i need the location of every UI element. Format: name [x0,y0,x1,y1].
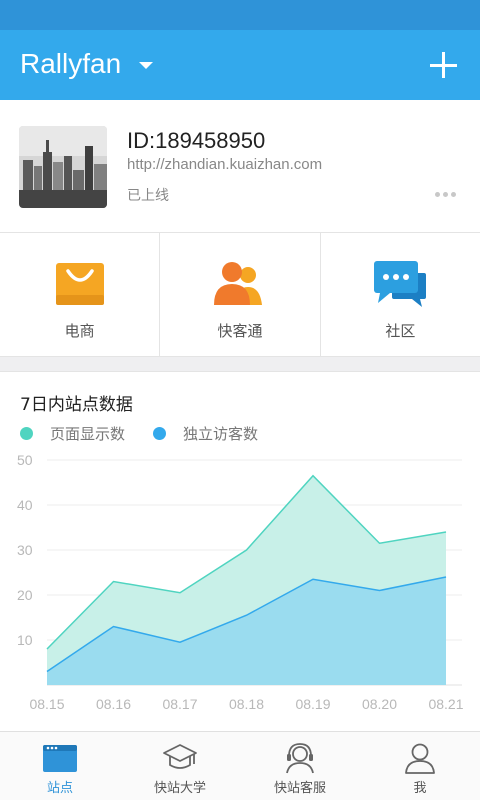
x-tick-label: 08.15 [29,696,64,712]
tab-university[interactable]: 快站大学 [120,732,240,800]
y-tick-label: 10 [17,632,33,648]
quick-action-kuaiketong[interactable]: 快客通 [160,233,321,356]
x-tick-label: 08.16 [96,696,131,712]
y-tick-label: 30 [17,542,33,558]
chat-bubbles-icon [372,259,428,309]
quick-action-label: 电商 [64,322,95,340]
chart-legend: 页面显示数 独立访客数 [20,423,286,444]
headset-icon [282,742,318,774]
y-tick-label: 50 [17,452,33,468]
site-info-card[interactable]: ID:189458950 http://zhandian.kuaizhan.co… [0,100,480,233]
x-tick-label: 08.17 [162,696,197,712]
tab-site[interactable]: 站点 [0,732,120,800]
legend-item-pageviews: 页面显示数 [20,423,125,444]
tab-label: 我 [413,781,427,796]
site-id: ID:189458950 [127,128,266,153]
legend-dot [153,427,167,440]
more-dots-icon[interactable] [435,192,457,198]
x-tick-label: 08.20 [362,696,397,712]
site-url[interactable]: http://zhandian.kuaizhan.com [127,156,322,173]
stats-title: 7日内站点数据 [20,395,133,415]
quick-action-label: 快客通 [217,322,263,340]
site-window-icon [42,742,78,774]
y-tick-label: 40 [17,497,33,513]
app-header: Rallyfan [0,30,480,100]
x-tick-label: 08.21 [428,696,463,712]
site-switcher-title[interactable]: Rallyfan [20,48,121,80]
tab-support[interactable]: 快站客服 [240,732,360,800]
tab-label: 站点 [46,781,73,796]
quick-action-ecommerce[interactable]: 电商 [0,233,161,356]
users-icon [212,259,268,309]
legend-dot [20,427,33,440]
legend-label: 独立访客数 [183,425,259,443]
site-thumbnail [19,126,107,208]
tab-me[interactable]: 我 [360,732,480,800]
bottom-tab-bar: 站点 快站大学 快站客服 我 [0,731,480,800]
legend-label: 页面显示数 [50,425,126,443]
tab-label: 快站大学 [153,781,206,796]
legend-item-visitors: 独立访客数 [153,423,258,444]
quick-action-community[interactable]: 社区 [321,233,480,356]
site-status: 已上线 [127,188,169,204]
y-tick-label: 20 [17,587,33,603]
quick-action-label: 社区 [385,322,416,340]
shopping-bag-icon [52,259,108,309]
stats-card: 50 40 30 20 10 08.15 08.16 08.17 08.18 08.19 08.20… [0,371,480,731]
plus-icon[interactable] [428,50,460,82]
quick-actions: 电商 快客通 社区 [0,233,480,357]
graduation-cap-icon [162,742,198,774]
status-bar [0,0,480,30]
x-tick-label: 08.19 [295,696,330,712]
tab-label: 快站客服 [273,781,326,796]
caret-down-icon[interactable] [139,62,153,69]
person-icon [402,742,438,774]
x-tick-label: 08.18 [229,696,264,712]
